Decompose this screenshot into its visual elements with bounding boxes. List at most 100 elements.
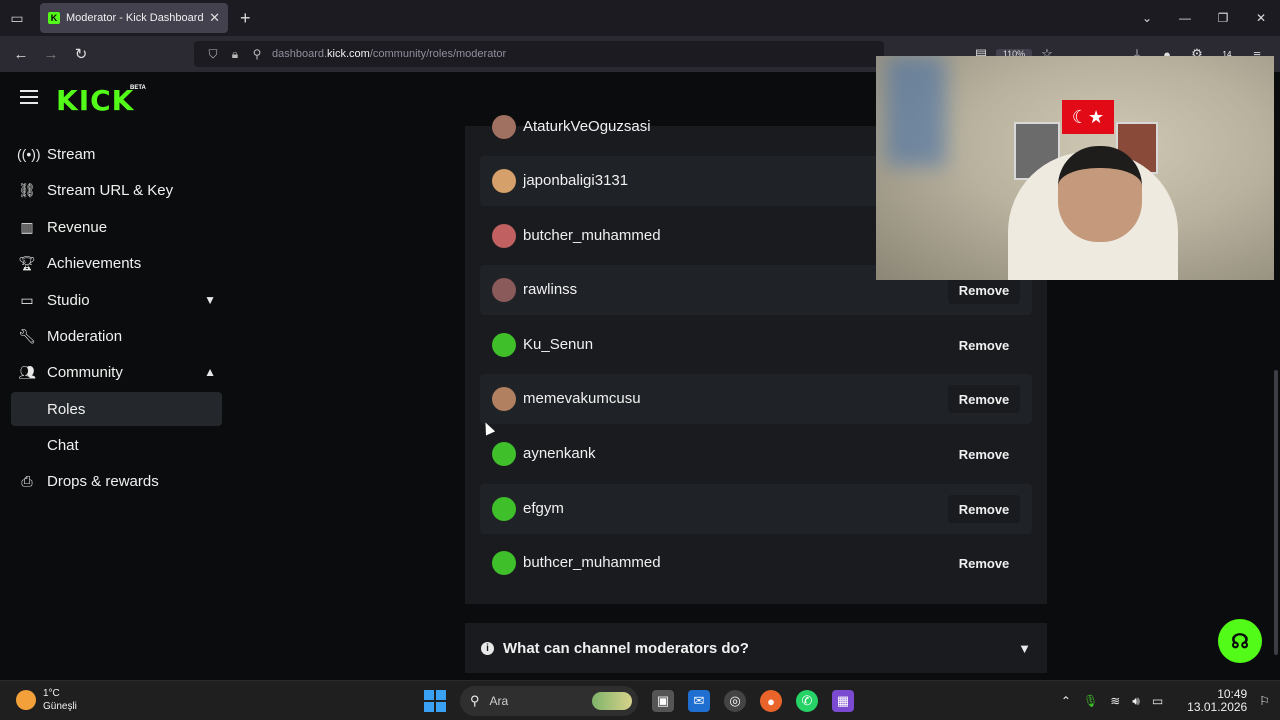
remove-button[interactable]: Remove (948, 385, 1020, 413)
taskbar-search[interactable]: ⚲ Ara (460, 686, 638, 716)
sidebar-item-label: Achievements (47, 254, 142, 272)
sidebar: ((•)) Stream ⛓ Stream URL & Key ▥ Revenu… (0, 126, 232, 686)
firefox-icon[interactable]: ● (760, 690, 782, 712)
shield-icon[interactable]: ⛉ (202, 47, 224, 62)
sidebar-item-stream-url-key[interactable]: ⛓ Stream URL & Key (11, 173, 222, 207)
chevron-down-icon: ▼ (1018, 640, 1031, 656)
kick-favicon-icon: K (48, 12, 60, 24)
outlook-icon[interactable]: ✉ (688, 690, 710, 712)
sidebar-item-chat[interactable]: Chat (11, 428, 222, 462)
hamburger-menu-icon[interactable] (20, 90, 38, 104)
whatsapp-icon[interactable]: ✆ (796, 690, 818, 712)
new-tab-icon[interactable]: + (240, 8, 251, 29)
users-icon: 👥︎ (18, 363, 36, 380)
sidebar-item-moderation[interactable]: 🔧︎ Moderation (11, 319, 222, 353)
sidebar-item-roles[interactable]: Roles (11, 392, 222, 426)
avatar (492, 278, 516, 302)
minimize-icon[interactable]: — (1166, 11, 1204, 25)
avatar (492, 115, 516, 139)
sidebar-item-drops-rewards[interactable]: ⎙ Drops & rewards (11, 464, 222, 498)
notification-icon[interactable]: ⚐ (1259, 694, 1270, 708)
tray-overflow-icon[interactable]: ⌃ (1061, 694, 1071, 708)
sidebar-item-label: Revenue (47, 218, 108, 236)
webcam-overlay: ☾★ (876, 56, 1274, 280)
close-tab-icon[interactable]: ✕ (209, 10, 220, 26)
faq-accordion[interactable]: i What can channel moderators do? ▼ (465, 623, 1047, 673)
moderator-username[interactable]: Ku_Senun (523, 336, 593, 353)
reload-icon[interactable]: ↻ (66, 45, 96, 63)
lock-icon[interactable]: 🔒︎ (224, 47, 246, 62)
sidebar-item-label: Community (47, 363, 123, 381)
help-chat-button[interactable]: ☊ (1218, 619, 1262, 663)
system-tray: ⌃ 🎙︎ ≋ 🔊︎ ▭ 10:49 13.01.2026 ⚐ (1049, 685, 1270, 717)
windows-taskbar: 1°C Güneşli ⚲ Ara ▣ ✉ ◎ ● ✆ ▦ ⌃ 🎙︎ ≋ 🔊︎ … (0, 680, 1280, 720)
chrome-icon[interactable]: ◎ (724, 690, 746, 712)
moderator-username[interactable]: buthcer_muhammed (523, 554, 661, 571)
battery-icon[interactable]: ▭ (1152, 694, 1163, 708)
url-text: dashboard.kick.com/community/roles/moder… (272, 48, 507, 60)
restore-icon[interactable]: ❐ (1204, 11, 1242, 25)
tab-title: Moderator - Kick Dashboard (66, 12, 204, 24)
moderator-row: Ku_Senun Remove (480, 320, 1032, 370)
moderator-row: efgym Remove (480, 484, 1032, 534)
microphone-icon[interactable]: 🎙︎ (1083, 694, 1098, 708)
kick-logo[interactable]: KICK (56, 84, 134, 117)
moderator-username[interactable]: butcher_muhammed (523, 227, 661, 244)
link-icon: ⛓ (18, 181, 36, 198)
clock[interactable]: 10:49 13.01.2026 (1175, 688, 1247, 714)
back-icon[interactable]: ← (6, 46, 36, 63)
avatar (492, 551, 516, 575)
task-view-icon[interactable]: ▣ (652, 690, 674, 712)
remove-button[interactable]: Remove (948, 440, 1020, 468)
search-highlight-image (592, 692, 632, 710)
weather-text: 1°C Güneşli (43, 687, 77, 713)
volume-icon[interactable]: 🔊︎ (1132, 694, 1140, 709)
remove-button[interactable]: Remove (948, 549, 1020, 577)
weather-widget[interactable]: 1°C Güneşli (16, 687, 77, 713)
webcam-light (886, 56, 946, 166)
weather-condition: Güneşli (43, 701, 77, 712)
chevron-down-icon: ▼ (204, 293, 216, 307)
page-scrollbar[interactable] (1274, 370, 1278, 655)
sun-icon (16, 690, 36, 710)
remove-button[interactable]: Remove (948, 495, 1020, 523)
remove-button[interactable]: Remove (948, 331, 1020, 359)
address-bar[interactable]: ⛉ 🔒︎ ⚲ dashboard.kick.com/community/role… (194, 41, 884, 67)
permissions-icon[interactable]: ⚲ (246, 47, 268, 61)
moderator-username[interactable]: japonbaligi3131 (523, 172, 628, 189)
windows-start-icon[interactable] (424, 690, 446, 712)
gift-icon: ⎙ (21, 472, 33, 489)
moderator-username[interactable]: aynenkank (523, 445, 596, 462)
avatar (492, 387, 516, 411)
tab-overflow-icon[interactable]: ⌄ (1128, 11, 1166, 25)
moderator-username[interactable]: AtaturkVeOguzsasi (523, 118, 651, 135)
avatar (492, 169, 516, 193)
sidebar-item-studio[interactable]: ▭ Studio ▼ (11, 283, 222, 317)
sidebar-item-revenue[interactable]: ▥ Revenue (11, 210, 222, 244)
search-placeholder: Ara (489, 694, 509, 708)
close-window-icon[interactable]: ✕ (1242, 11, 1280, 25)
sidebar-item-community[interactable]: 👥︎ Community ▲ (11, 355, 222, 389)
webcam-person-head (1058, 146, 1142, 242)
tab-list-icon[interactable]: ▭ (0, 0, 34, 36)
moderator-username[interactable]: memevakumcusu (523, 390, 641, 407)
browser-tab-bar: ▭ K Moderator - Kick Dashboard ✕ + ⌄ — ❐… (0, 0, 1280, 36)
app-icon[interactable]: ▦ (832, 690, 854, 712)
wifi-icon[interactable]: ≋ (1110, 694, 1120, 708)
chevron-up-icon: ▲ (204, 365, 216, 379)
clock-date: 13.01.2026 (1187, 700, 1248, 714)
moderator-username[interactable]: rawlinss (523, 281, 577, 298)
info-icon: i (481, 641, 494, 655)
forward-icon[interactable]: → (36, 46, 66, 63)
sidebar-item-label: Drops & rewards (47, 472, 159, 490)
moderator-row: aynenkank Remove (480, 429, 1032, 479)
browser-tab[interactable]: K Moderator - Kick Dashboard ✕ (40, 3, 228, 33)
sidebar-item-label: Studio (47, 291, 90, 309)
remove-button[interactable]: Remove (948, 276, 1020, 304)
beta-badge: BETA (130, 85, 146, 91)
moderator-username[interactable]: efgym (523, 500, 564, 517)
sidebar-item-achievements[interactable]: 🏆︎ Achievements (11, 246, 222, 280)
sidebar-item-stream[interactable]: ((•)) Stream (11, 137, 222, 171)
broadcast-icon: ((•)) (17, 146, 41, 162)
monitor-icon: ▭ (20, 291, 34, 308)
